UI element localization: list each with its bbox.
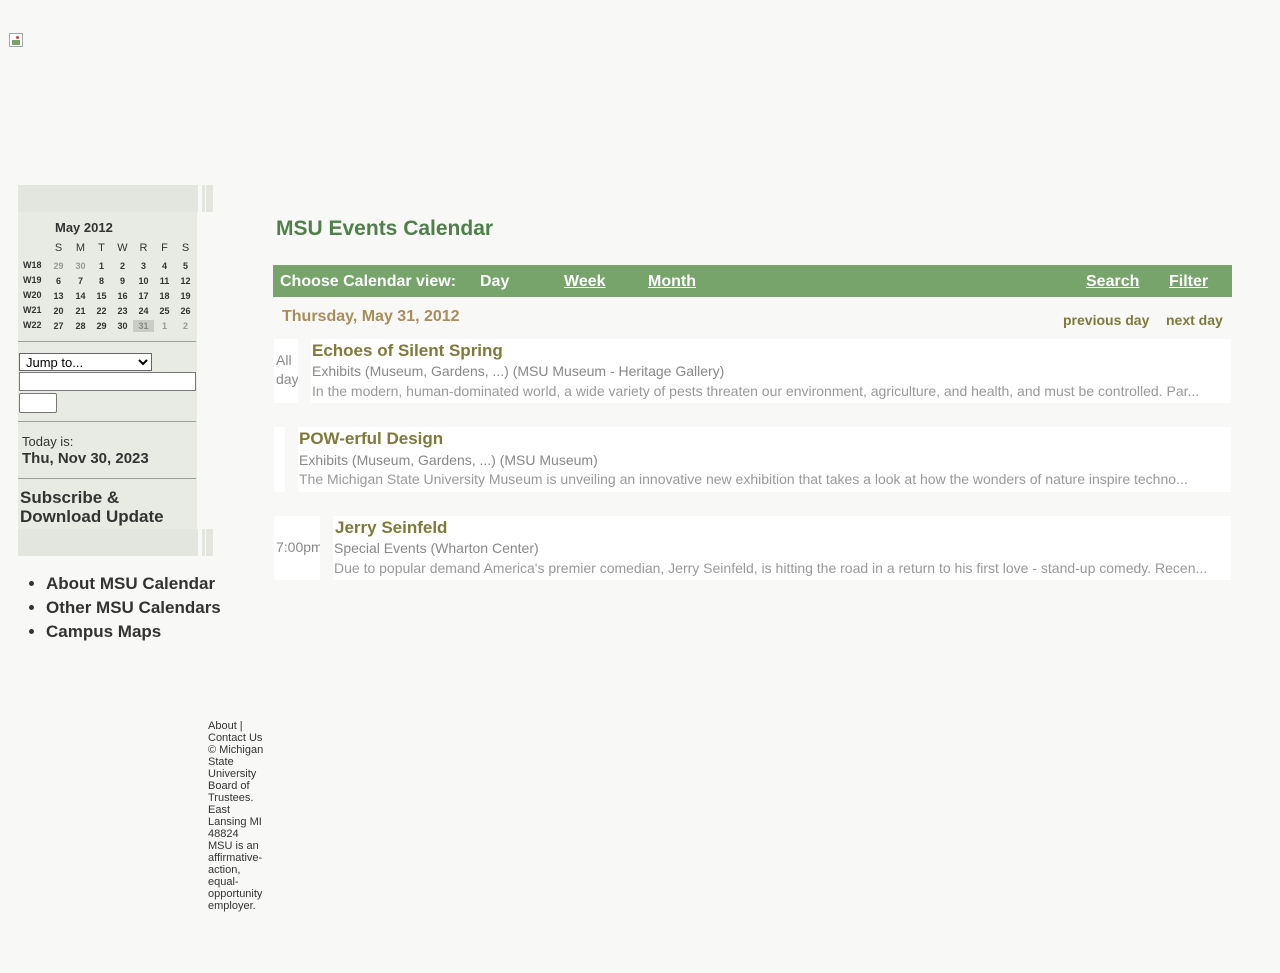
weekday-header: S [54, 242, 63, 254]
event-item: All day Echoes of Silent Spring Exhibits… [274, 339, 1231, 403]
weekday-header: W [117, 242, 128, 254]
event-category: Exhibits (Museum, Gardens, ...) (MSU Mus… [312, 363, 725, 379]
calendar-day[interactable]: 25 [154, 305, 175, 317]
weekday-header: M [75, 242, 86, 254]
calendar-day[interactable]: 2 [175, 320, 196, 332]
calendar-day[interactable]: 12 [175, 275, 196, 287]
weekday-header: T [98, 242, 105, 254]
broken-image-icon [9, 33, 23, 47]
current-date-heading: Thursday, May 31, 2012 [282, 308, 460, 325]
page-title: MSU Events Calendar [276, 217, 494, 240]
campus-maps-link[interactable]: Campus Maps [46, 620, 221, 644]
next-day-link[interactable]: next day [1166, 312, 1223, 328]
calendar-day[interactable]: 18 [154, 290, 175, 302]
event-category: Exhibits (Museum, Gardens, ...) (MSU Mus… [299, 452, 598, 468]
weekday-header: R [139, 242, 148, 254]
calendar-day[interactable]: 14 [70, 290, 91, 302]
calendar-day[interactable]: 27 [48, 320, 69, 332]
calendar-day[interactable]: 8 [91, 275, 112, 287]
other-msu-calendars-link[interactable]: Other MSU Calendars [46, 596, 221, 620]
event-item: POW-erful Design Exhibits (Museum, Garde… [274, 427, 1231, 492]
subscribe-download-update-link[interactable]: Subscribe & Download Update [20, 488, 198, 526]
event-description: The Michigan State University Museum is … [299, 471, 1188, 487]
calendar-day[interactable]: 2 [112, 260, 133, 272]
calendar-day[interactable]: 28 [70, 320, 91, 332]
week-number-link[interactable]: W20 [23, 290, 42, 300]
choose-view-label: Choose Calendar view: [280, 273, 457, 290]
event-description: In the modern, human-dominated world, a … [312, 383, 1200, 399]
calendar-day[interactable]: 1 [154, 320, 175, 332]
mini-calendar-month: May 2012 [55, 220, 113, 235]
week-number-link[interactable]: W19 [23, 275, 42, 285]
sidebar-links: About MSU Calendar Other MSU Calendars C… [28, 572, 221, 644]
view-month-tab[interactable]: Month [648, 273, 696, 291]
weekday-header: S [181, 242, 190, 254]
week-number-link[interactable]: W21 [23, 305, 42, 315]
event-item: 7:00pm Jerry Seinfeld Special Events (Wh… [274, 516, 1231, 580]
calendar-day[interactable]: 11 [154, 275, 175, 287]
search-link[interactable]: Search [1086, 273, 1139, 291]
today-date: Thu, Nov 30, 2023 [22, 450, 149, 467]
view-day-tab[interactable]: Day [480, 273, 509, 291]
calendar-day[interactable]: 1 [91, 260, 112, 272]
footer-text: About | Contact Us © Michigan State Univ… [208, 720, 264, 912]
calendar-day[interactable]: 26 [175, 305, 196, 317]
calendar-day[interactable]: 15 [91, 290, 112, 302]
sidebar-bottom-bar [18, 529, 213, 556]
event-time: 7:00pm [276, 539, 323, 555]
calendar-day[interactable]: 22 [91, 305, 112, 317]
calendar-day[interactable]: 9 [112, 275, 133, 287]
event-title-link[interactable]: Jerry Seinfeld [335, 518, 447, 538]
event-category: Special Events (Wharton Center) [334, 540, 539, 556]
filter-link[interactable]: Filter [1169, 273, 1208, 291]
week-number-link[interactable]: W22 [23, 320, 42, 330]
sidebar-top-bar [18, 185, 213, 212]
search-input[interactable] [19, 372, 196, 391]
search-submit-button[interactable] [19, 393, 57, 413]
calendar-day[interactable]: 10 [133, 275, 154, 287]
view-week-tab[interactable]: Week [564, 273, 606, 291]
calendar-day[interactable]: 21 [70, 305, 91, 317]
week-number-link[interactable]: W18 [23, 260, 42, 270]
event-time: All day [276, 352, 299, 387]
calendar-day[interactable]: 30 [70, 260, 91, 272]
about-msu-calendar-link[interactable]: About MSU Calendar [46, 572, 221, 596]
calendar-day[interactable]: 19 [175, 290, 196, 302]
divider [18, 421, 196, 422]
weekday-header: F [161, 242, 168, 254]
calendar-day[interactable]: 24 [133, 305, 154, 317]
calendar-day[interactable]: 29 [48, 260, 69, 272]
calendar-day[interactable]: 20 [48, 305, 69, 317]
today-label: Today is: [22, 434, 74, 449]
event-title-link[interactable]: POW-erful Design [299, 429, 443, 449]
calendar-day[interactable]: 29 [91, 320, 112, 332]
calendar-day[interactable]: 13 [48, 290, 69, 302]
calendar-day-selected[interactable]: 31 [133, 320, 154, 332]
calendar-day[interactable]: 16 [112, 290, 133, 302]
calendar-day[interactable]: 30 [112, 320, 133, 332]
calendar-day[interactable]: 3 [133, 260, 154, 272]
calendar-day[interactable]: 23 [112, 305, 133, 317]
divider [18, 341, 196, 342]
event-description: Due to popular demand America's premier … [334, 560, 1208, 576]
calendar-day[interactable]: 7 [70, 275, 91, 287]
jump-to-select[interactable]: Jump to... [19, 353, 152, 371]
divider [18, 478, 196, 479]
sidebar: May 2012 SMTWRFS W18 29 30 1 2 3 4 5 W19 6 7 8 9 10 11… [18, 212, 197, 529]
site-logo[interactable] [9, 33, 25, 49]
calendar-view-bar: Choose Calendar view: Day Week Month Sea… [273, 265, 1232, 297]
event-title-link[interactable]: Echoes of Silent Spring [312, 341, 503, 361]
calendar-day[interactable]: 17 [133, 290, 154, 302]
calendar-day[interactable]: 5 [175, 260, 196, 272]
calendar-day[interactable]: 6 [48, 275, 69, 287]
previous-day-link[interactable]: previous day [1063, 312, 1149, 328]
calendar-day[interactable]: 4 [154, 260, 175, 272]
